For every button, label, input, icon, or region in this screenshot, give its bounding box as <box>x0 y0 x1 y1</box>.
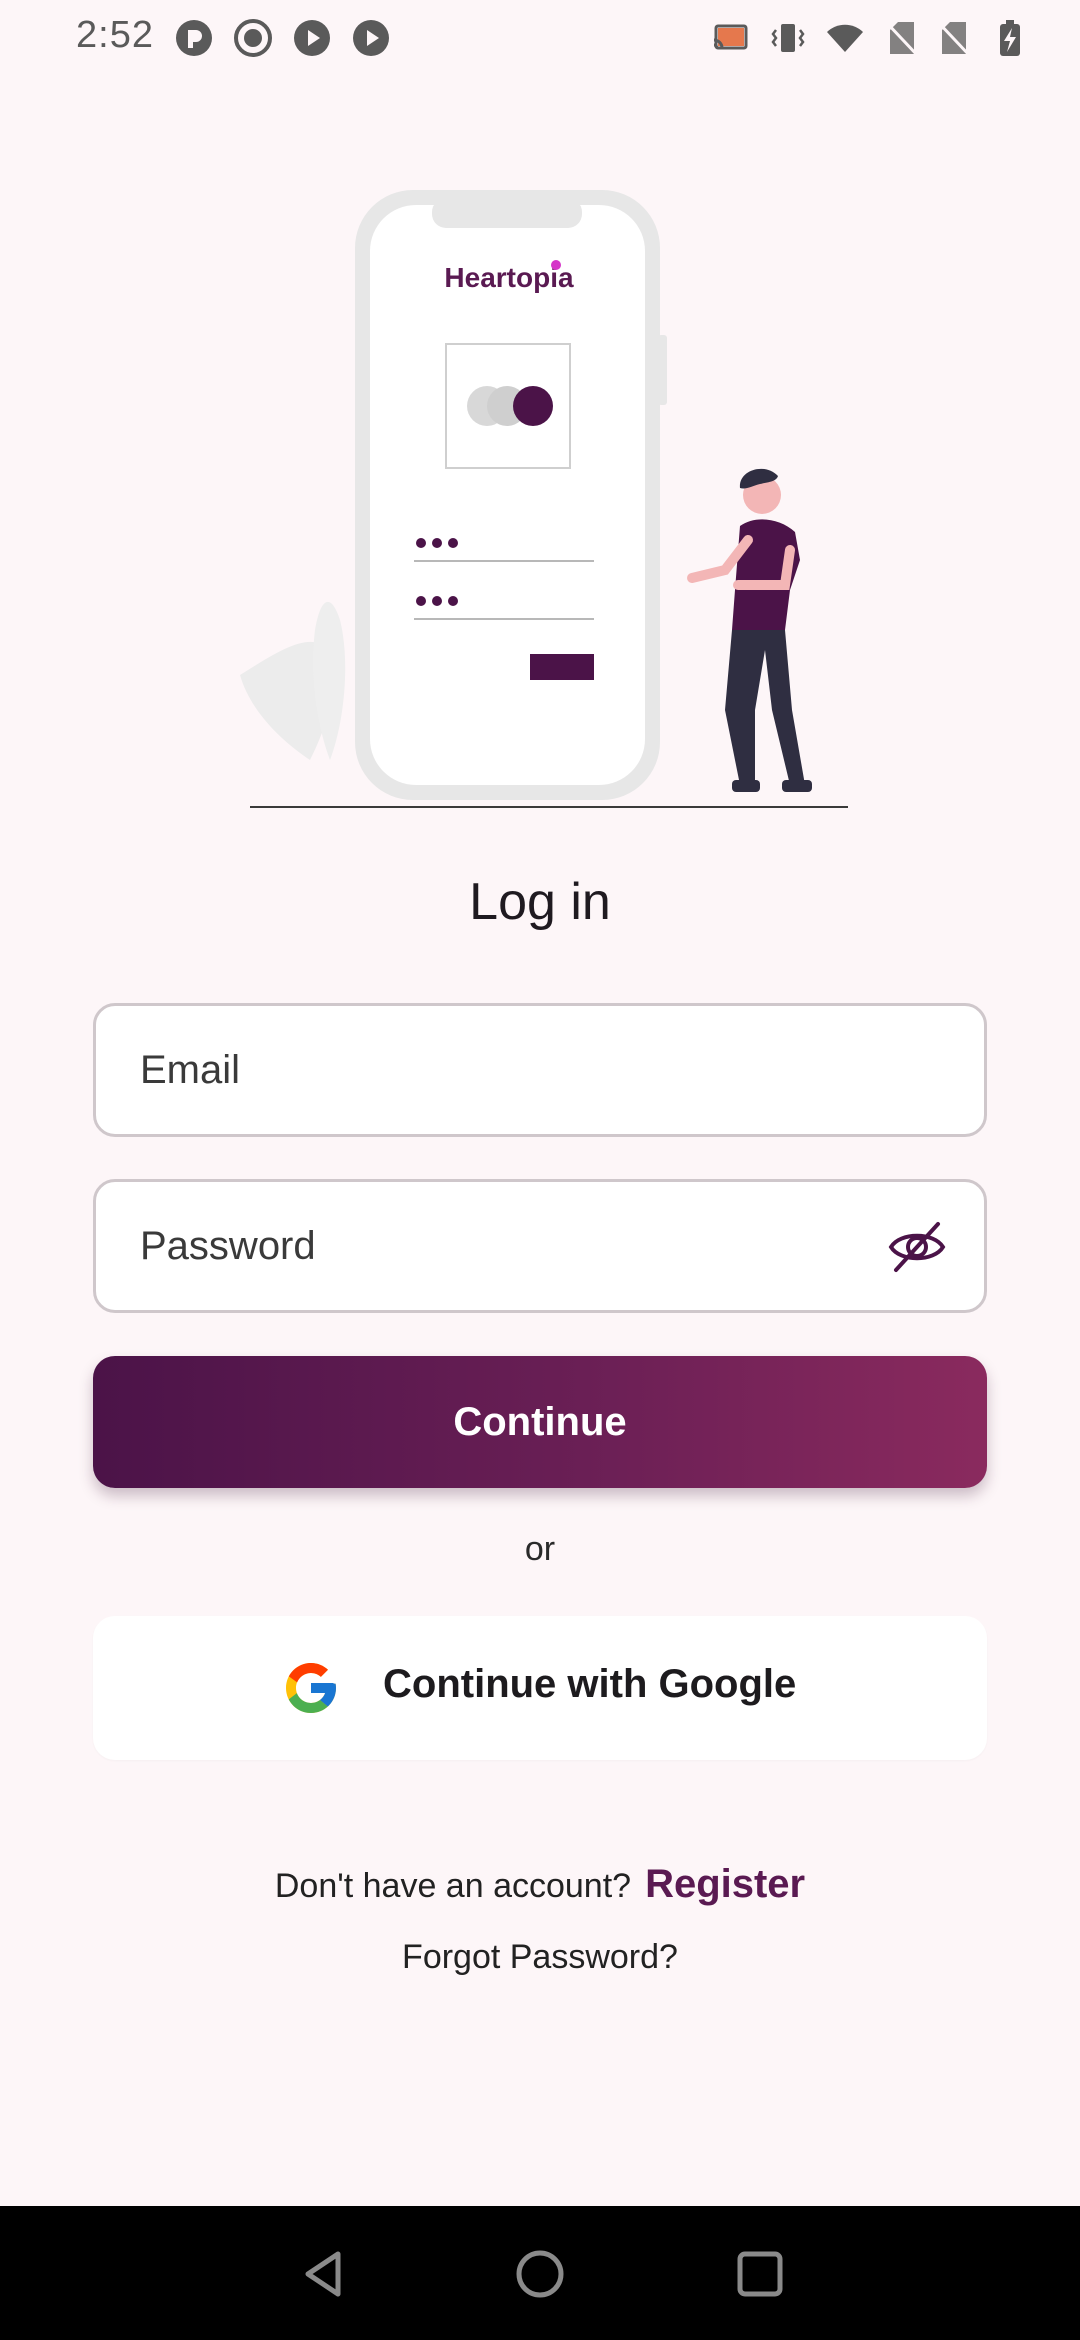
continue-button[interactable]: Continue <box>93 1356 987 1488</box>
recents-icon[interactable] <box>732 2246 788 2302</box>
no-account-text: Don't have an account? <box>274 1867 632 1905</box>
vibrate-icon <box>771 24 805 52</box>
password-input[interactable] <box>140 1182 900 1310</box>
wifi-icon <box>827 24 863 52</box>
login-illustration: Heartopia <box>240 190 848 808</box>
email-input[interactable] <box>140 1006 900 1134</box>
register-link[interactable]: Register <box>645 1862 805 1906</box>
pocket-casts-icon <box>176 20 212 56</box>
play-icon <box>294 20 330 56</box>
brand-heart <box>551 260 561 270</box>
person-pants <box>725 630 805 785</box>
record-icon <box>234 19 272 57</box>
play-icon <box>353 20 389 56</box>
battery-charging-icon <box>1000 20 1020 56</box>
visibility-off-icon[interactable] <box>886 1218 948 1276</box>
mini-submit-button <box>530 654 594 680</box>
status-bar: 2:52 <box>0 0 1080 80</box>
email-field[interactable] <box>93 1003 987 1137</box>
status-time: 2:52 <box>76 14 154 56</box>
home-icon[interactable] <box>512 2246 568 2302</box>
google-icon <box>286 1663 336 1713</box>
login-screen: 2:52 Heartopia Log in Email Continue or … <box>0 0 1080 2340</box>
phone-notch <box>432 198 582 228</box>
forgot-password-link[interactable]: Forgot Password? <box>0 1938 1080 1977</box>
phone-side-button <box>658 335 667 405</box>
page-title: Log in <box>469 873 611 931</box>
navigation-bar <box>0 2206 1080 2340</box>
register-row: Don't have an account? Register <box>0 1862 1080 1907</box>
back-icon[interactable] <box>296 2246 352 2302</box>
google-signin-button[interactable]: Continue with Google <box>93 1616 987 1760</box>
no-sim-icon <box>884 20 920 58</box>
password-field[interactable] <box>93 1179 987 1313</box>
google-signin-label: Continue with Google <box>383 1662 797 1706</box>
cast-icon <box>713 24 748 50</box>
or-divider: or <box>524 1530 556 1568</box>
no-sim-icon <box>936 20 972 58</box>
